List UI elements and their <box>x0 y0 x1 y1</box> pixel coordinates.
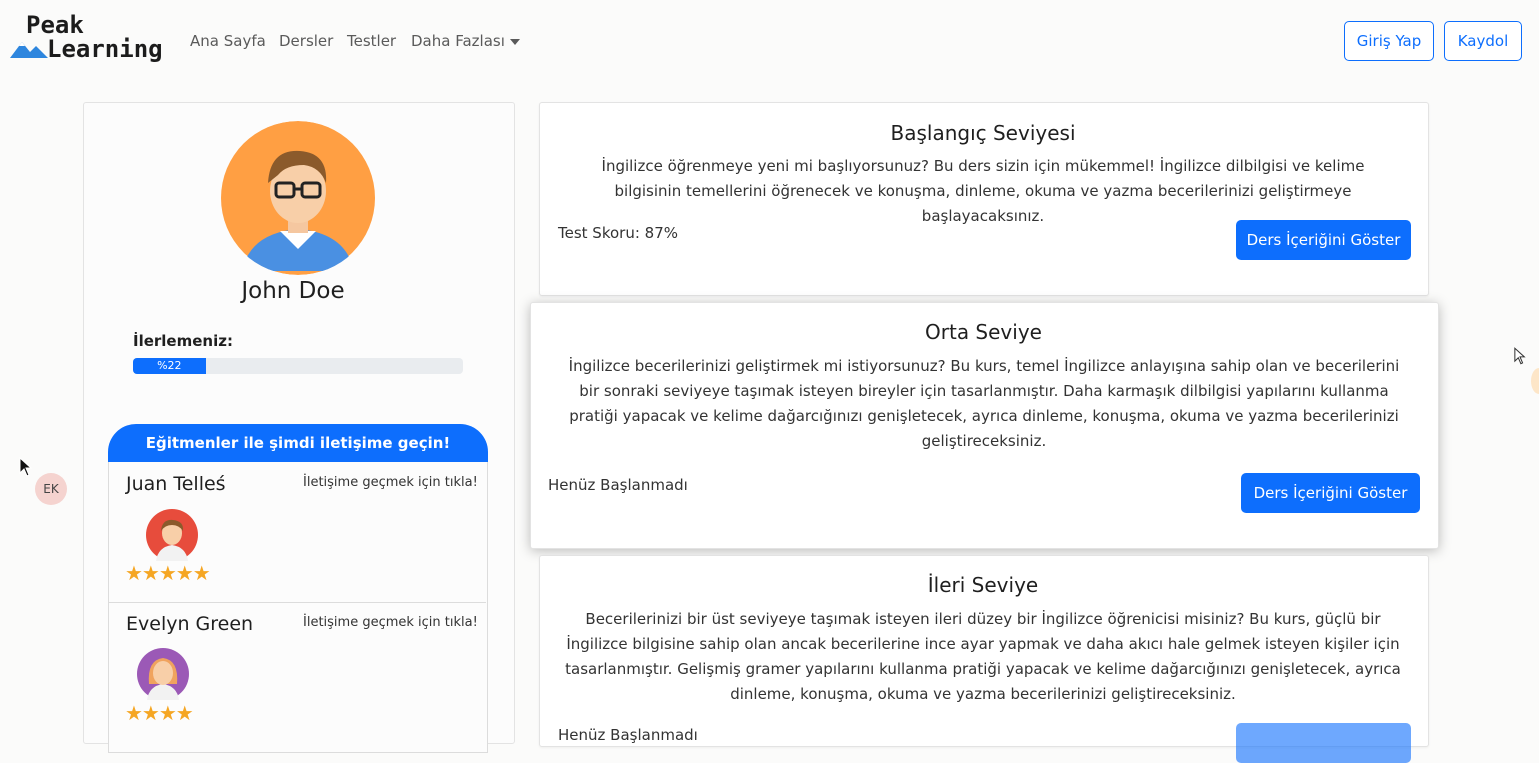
mouse-cursor-icon <box>19 457 33 477</box>
brand-line-2: Learning <box>47 35 163 63</box>
profile-name: John Doe <box>241 278 345 304</box>
progress-bar: %22 <box>133 358 463 374</box>
show-content-button[interactable] <box>1236 723 1411 763</box>
instructor-contact-link[interactable]: İletişime geçmek için tıkla! <box>303 475 478 490</box>
progress-fill: %22 <box>133 358 206 374</box>
test-score: Test Skoru: 87% <box>558 224 678 242</box>
brand-logo[interactable]: Peak Learning <box>10 11 163 66</box>
level-status: Henüz Başlanmadı <box>548 476 688 494</box>
mouse-cursor-icon <box>1514 347 1526 365</box>
instructor-rating: ★★★★★ <box>125 561 211 585</box>
caret-down-icon <box>509 38 520 45</box>
nav-more-dropdown[interactable]: Daha Fazlası <box>411 32 520 50</box>
login-button[interactable]: Giriş Yap <box>1344 21 1434 61</box>
show-content-button[interactable]: Ders İçeriğini Göster <box>1241 473 1420 513</box>
show-content-button[interactable]: Ders İçeriğini Göster <box>1236 220 1411 260</box>
nav-more-label: Daha Fazlası <box>411 32 505 50</box>
instructor-avatar <box>137 648 189 700</box>
user-avatar-icon <box>221 121 375 275</box>
contact-header: Eğitmenler ile şimdi iletişime geçin! <box>108 424 488 462</box>
progress-label: İlerlemeniz: <box>133 332 233 350</box>
instructor-divider <box>108 602 486 603</box>
nav-home-link[interactable]: Ana Sayfa <box>190 32 266 50</box>
level-title: Orta Seviye <box>925 320 1042 344</box>
brand-line-1: Peak <box>26 11 84 39</box>
level-description: İngilizce becerilerinizi geliştirmek mi … <box>568 357 1400 450</box>
instructor-name: Juan Telleś <box>126 473 226 495</box>
mountain-icon <box>10 42 48 58</box>
female-avatar-icon <box>137 648 189 700</box>
instructor-avatar <box>146 509 198 561</box>
nav-lessons-link[interactable]: Dersler <box>279 32 333 50</box>
user-initials-badge[interactable]: EK <box>35 473 67 505</box>
profile-avatar <box>220 121 376 275</box>
nav-tests-link[interactable]: Testler <box>347 32 396 50</box>
register-button[interactable]: Kaydol <box>1444 21 1522 61</box>
level-description: İngilizce öğrenmeye yeni mi başlıyorsunu… <box>601 157 1365 225</box>
level-description: Becerilerinizi bir üst seviyeye taşımak … <box>565 610 1401 703</box>
level-title: İleri Seviye <box>927 573 1039 597</box>
instructor-rating: ★★★★ <box>125 701 194 725</box>
level-title: Başlangıç Seviyesi <box>890 121 1076 145</box>
instructor-name: Evelyn Green <box>126 613 254 635</box>
level-status: Henüz Başlanmadı <box>558 726 698 744</box>
side-widget[interactable] <box>1531 368 1539 394</box>
male-avatar-icon <box>146 509 198 561</box>
instructor-contact-link[interactable]: İletişime geçmek için tıkla! <box>303 615 478 630</box>
